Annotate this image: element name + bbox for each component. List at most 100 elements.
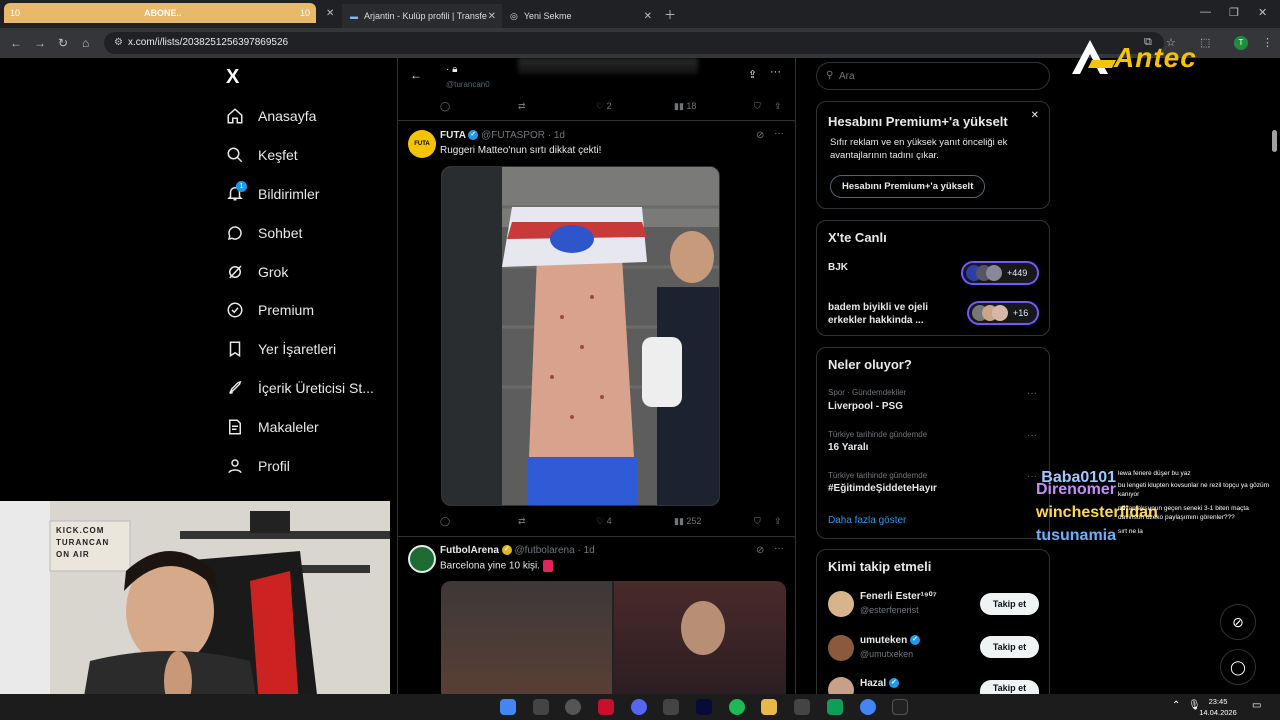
tray-arrow-icon[interactable]: ⌃ <box>1172 700 1180 711</box>
trend-name[interactable]: Liverpool - PSG <box>828 401 903 412</box>
follow-name[interactable]: Fenerli Ester¹⁹⁰⁷ <box>860 591 937 602</box>
post-time[interactable]: 1d <box>554 130 565 141</box>
tab-new[interactable]: ◎ Yeni Sekme ✕ <box>502 4 658 28</box>
x-logo[interactable]: X <box>226 66 239 89</box>
reply-icon[interactable]: ◯ <box>440 101 450 112</box>
close-icon[interactable]: ✕ <box>326 8 334 19</box>
nav-chat[interactable]: Sohbet <box>226 221 302 245</box>
obs-icon[interactable] <box>565 699 581 715</box>
grok-icon[interactable]: ⊘ <box>756 545 764 556</box>
app-icon[interactable] <box>533 699 549 715</box>
author-handle[interactable]: @FUTASPOR <box>481 130 545 141</box>
nav-grok[interactable]: Grok <box>226 260 288 284</box>
reply-icon[interactable]: ◯ <box>440 516 450 527</box>
nav-bookmarks[interactable]: Yer İşaretleri <box>226 337 336 361</box>
author-name[interactable]: FutbolArena <box>440 545 499 556</box>
share-icon[interactable]: ⇪ <box>774 101 782 112</box>
avatar[interactable] <box>828 591 854 617</box>
author-handle[interactable]: @futbolarena <box>514 545 574 556</box>
avatar[interactable] <box>408 545 436 573</box>
follow-name[interactable]: umuteken <box>860 635 907 646</box>
taskbar-clock[interactable]: 23:45 14.04.2026 <box>1198 696 1238 718</box>
trend-name[interactable]: 16 Yaralı <box>828 442 868 453</box>
nav-profile[interactable]: Profil <box>226 454 290 478</box>
more-icon[interactable]: ··· <box>1027 388 1037 399</box>
bookmark-icon[interactable]: ⛉ <box>754 516 761 527</box>
home-icon[interactable]: ⌂ <box>82 36 89 50</box>
show-more-link[interactable]: Daha fazla göster <box>828 515 906 526</box>
close-icon[interactable]: ✕ <box>644 11 652 22</box>
author-name[interactable]: FUTA <box>440 130 466 141</box>
nav-creator-studio[interactable]: İçerik Üreticisi St... <box>226 376 374 400</box>
post-time[interactable]: 1d <box>584 545 595 556</box>
chat-fab[interactable]: ◯ <box>1220 649 1256 685</box>
chrome-icon[interactable] <box>860 699 876 715</box>
window-close-icon[interactable]: ✕ <box>1258 6 1267 19</box>
nav-explore[interactable]: Keşfet <box>226 143 298 167</box>
nav-notifications[interactable]: 1 Bildirimler <box>226 180 319 206</box>
bookmark-icon[interactable]: ⛉ <box>754 101 761 112</box>
app-icon[interactable] <box>663 699 679 715</box>
repost-icon[interactable]: ⇄ <box>518 101 526 112</box>
folder-icon[interactable] <box>761 699 777 715</box>
premiere-icon[interactable] <box>696 699 712 715</box>
site-info-icon[interactable]: ⚙ <box>114 37 123 48</box>
discord-icon[interactable] <box>631 699 647 715</box>
url-input[interactable]: ⚙ x.com/i/lists/2038251256397869526 <box>104 32 1164 54</box>
minimize-icon[interactable]: — <box>1200 6 1211 18</box>
close-icon[interactable]: ✕ <box>1031 110 1039 121</box>
more-icon[interactable]: ··· <box>774 543 784 554</box>
follow-name[interactable]: Hazal <box>860 678 886 689</box>
chrome-icon[interactable] <box>500 699 516 715</box>
live-item-label[interactable]: BJK <box>828 262 848 273</box>
post-media-image[interactable] <box>441 581 786 694</box>
more-icon[interactable]: ··· <box>770 66 781 78</box>
follow-handle: @umutxeken <box>860 649 914 659</box>
like-button[interactable]: ♡ 2 <box>596 101 612 112</box>
post-media-image[interactable] <box>441 166 720 506</box>
follow-button[interactable]: Takip et <box>980 593 1039 615</box>
grok-icon[interactable]: ⊘ <box>756 130 764 141</box>
live-avatars-pill[interactable]: +449 <box>961 261 1039 285</box>
views-button[interactable]: ▮▮ 18 <box>674 101 696 112</box>
chat-message: bu lengeti klupten kovsunlar ne rezil to… <box>1118 482 1270 498</box>
share-icon[interactable]: ⇪ <box>774 516 782 527</box>
app-icon[interactable] <box>598 699 614 715</box>
forward-icon[interactable]: → <box>34 36 46 50</box>
back-arrow-icon[interactable]: ← <box>410 68 422 82</box>
app-icon[interactable] <box>827 699 843 715</box>
share-icon[interactable]: ⇪ <box>748 68 757 81</box>
like-button[interactable]: ♡ 4 <box>596 516 612 527</box>
nav-premium[interactable]: Premium <box>226 298 314 322</box>
more-icon[interactable]: ··· <box>774 128 784 139</box>
spotify-icon[interactable] <box>729 699 745 715</box>
nav-home[interactable]: Anasayfa <box>226 104 316 128</box>
grok-fab[interactable]: ⊘ <box>1220 604 1256 640</box>
tab-abone[interactable]: 10 ABONE.. 10 <box>4 3 316 23</box>
notification-center-icon[interactable]: ▭ <box>1252 700 1261 711</box>
tab-arjantin[interactable]: ▬ Arjantin - Kulüp profili | Transfe ✕ <box>342 4 502 28</box>
live-avatars-pill[interactable]: +16 <box>967 301 1039 325</box>
epic-games-icon[interactable] <box>892 699 908 715</box>
nav-articles[interactable]: Makaleler <box>226 415 319 439</box>
more-icon[interactable]: ··· <box>1027 430 1037 441</box>
views-button[interactable]: ▮▮ 252 <box>674 516 701 527</box>
restore-icon[interactable]: ❐ <box>1229 6 1239 19</box>
live-item-label[interactable]: badem biyikli ve ojeli erkekler hakkinda… <box>828 301 948 327</box>
avatar[interactable]: FUTA <box>408 130 436 158</box>
back-icon[interactable]: ← <box>10 36 22 50</box>
reload-icon[interactable]: ↻ <box>58 36 68 50</box>
search-input[interactable]: ⚲ Ara <box>816 62 1050 90</box>
app-icon[interactable] <box>794 699 810 715</box>
repost-icon[interactable]: ⇄ <box>518 516 526 527</box>
avatar[interactable] <box>828 635 854 661</box>
premium-upgrade-button[interactable]: Hesabını Premium+'a yükselt <box>830 175 986 198</box>
follow-button[interactable]: Takip et <box>980 636 1039 658</box>
follow-button[interactable]: Takip et <box>980 680 1039 694</box>
close-icon[interactable]: ✕ <box>488 11 496 22</box>
page-scrollbar[interactable] <box>1272 130 1277 152</box>
new-tab-icon[interactable]: ＋ <box>664 6 676 23</box>
menu-icon[interactable]: ⋮ <box>1262 36 1273 49</box>
trend-name[interactable]: #EğitimdeŞiddeteHayır <box>828 483 937 494</box>
clock-date: 14.04.2026 <box>1199 708 1237 717</box>
